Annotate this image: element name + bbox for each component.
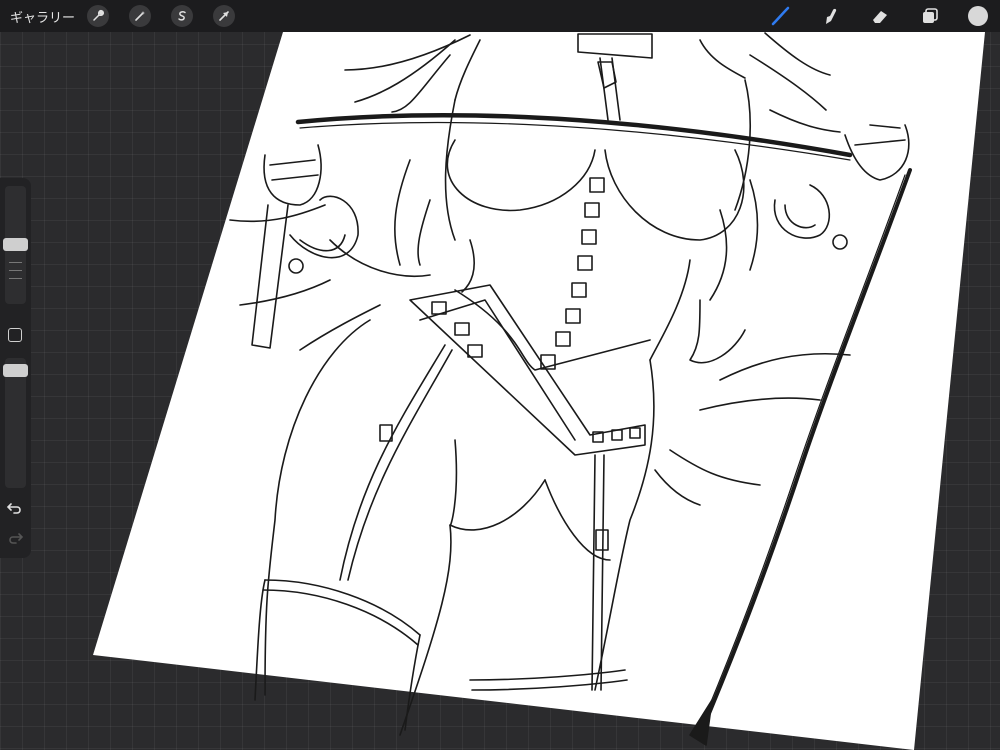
magic-wand-icon[interactable] [129, 5, 152, 27]
wrench-icon[interactable] [87, 5, 110, 27]
redo-icon[interactable] [6, 530, 24, 546]
eraser-icon[interactable] [868, 4, 892, 28]
slider-tick [9, 278, 22, 279]
top-toolbar: ギャラリー [0, 0, 1000, 32]
opacity-slider[interactable] [3, 358, 28, 488]
drawing-canvas[interactable] [0, 0, 1000, 750]
gallery-button[interactable]: ギャラリー [10, 7, 75, 26]
brush-size-slider[interactable] [3, 186, 28, 304]
tool-palette [742, 0, 992, 32]
transform-arrow-icon[interactable] [213, 5, 236, 27]
undo-icon[interactable] [6, 500, 24, 516]
modify-square-icon[interactable] [8, 328, 22, 342]
opacity-thumb[interactable] [3, 364, 28, 377]
paper-sheet[interactable] [93, 32, 985, 750]
layers-icon[interactable] [918, 4, 942, 28]
color-picker-button[interactable] [968, 6, 988, 26]
slider-tick [9, 270, 22, 271]
slider-tick [9, 262, 22, 263]
selection-s-icon[interactable] [171, 5, 194, 27]
brush-icon[interactable] [768, 4, 792, 28]
smudge-icon[interactable] [818, 4, 842, 28]
left-sidebar [0, 178, 31, 558]
brush-size-thumb[interactable] [3, 238, 28, 251]
